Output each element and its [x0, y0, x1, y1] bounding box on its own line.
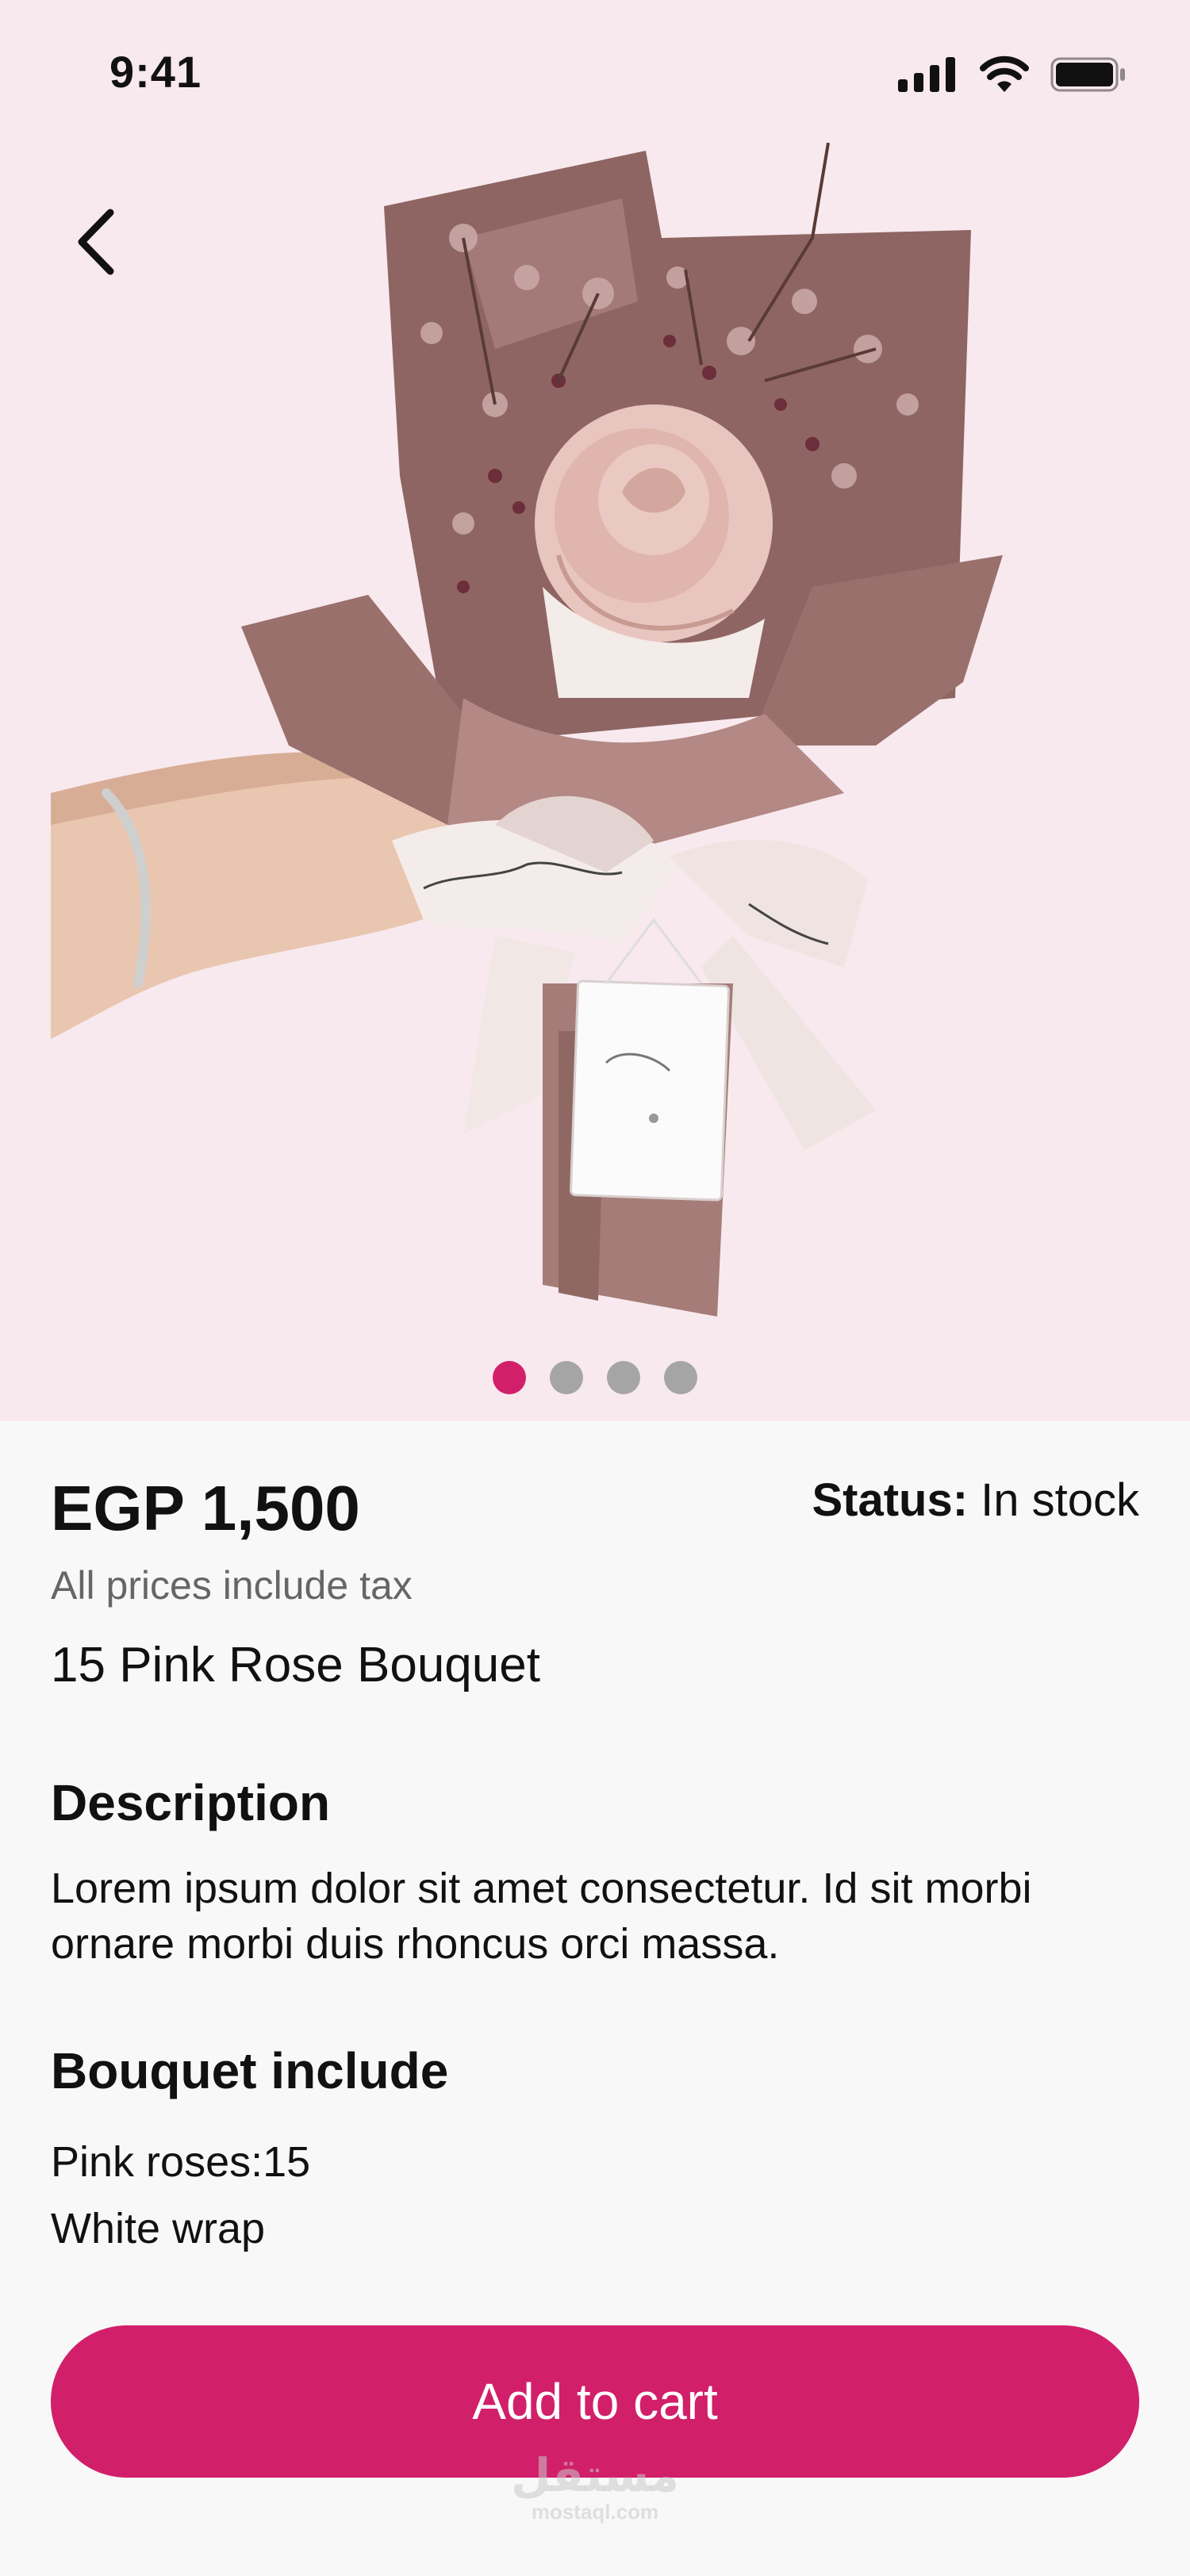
gallery-dot-2[interactable] — [550, 1361, 583, 1394]
status-icons — [898, 52, 1127, 97]
status-bar: 9:41 — [0, 0, 1190, 151]
status-time: 9:41 — [109, 47, 202, 97]
gallery-dot-1[interactable] — [493, 1361, 526, 1394]
wifi-icon — [980, 56, 1029, 92]
battery-icon — [1050, 57, 1125, 92]
watermark-logo: مستقل — [510, 2450, 680, 2501]
list-item: White wrap — [51, 2205, 266, 2252]
product-image — [51, 143, 1003, 1317]
description-text: Lorem ipsum dolor sit amet consectetur. … — [51, 1865, 1032, 1968]
stock-status: Status: In stock — [812, 1474, 1139, 1527]
gallery-dot-3[interactable] — [607, 1361, 640, 1394]
watermark-text: mostaql.com — [531, 2500, 659, 2524]
bouquet-include-list: Pink roses:15 White wrap — [51, 2129, 310, 2262]
gallery-pagination — [0, 1361, 1190, 1394]
status-value: In stock — [981, 1474, 1139, 1526]
cellular-signal-icon — [898, 57, 955, 92]
watermark: مستقل mostaql.com — [0, 2452, 1190, 2524]
product-name: 15 Pink Rose Bouquet — [51, 1638, 540, 1692]
product-price: EGP 1,500 — [51, 1473, 360, 1543]
product-hero: 9:41 — [0, 0, 1190, 1421]
gallery-dot-4[interactable] — [664, 1361, 697, 1394]
list-item: Pink roses:15 — [51, 2138, 311, 2186]
description-heading: Description — [51, 1774, 331, 1831]
status-label: Status: — [812, 1474, 969, 1526]
bouquet-include-heading: Bouquet include — [51, 2042, 449, 2099]
tax-note: All prices include tax — [51, 1563, 413, 1608]
